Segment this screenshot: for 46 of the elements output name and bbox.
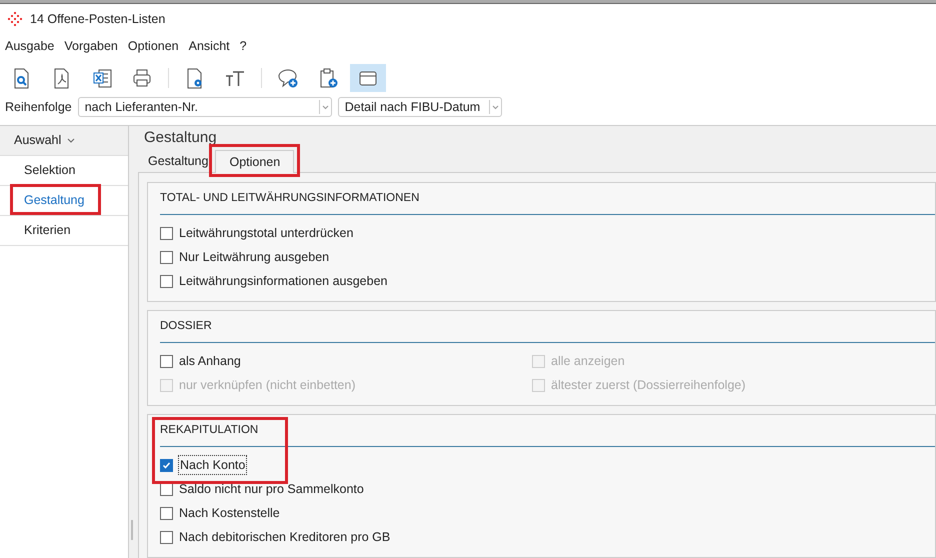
checkbox[interactable] [160,458,173,472]
sidebar-item[interactable]: Gestaltung [24,191,84,210]
checkbox[interactable] [160,274,173,288]
checkbox[interactable] [160,250,173,264]
checkbox-label[interactable]: Nach Konto [179,456,246,474]
checkbox-label[interactable]: Leitwährungstotal unterdrücken [179,224,354,242]
section-title: REKAPITULATION [160,415,935,447]
checkbox-label[interactable]: als Anhang [179,352,241,370]
checkbox-label[interactable]: Nach Kostenstelle [179,504,280,522]
checkbox-label: alle anzeigen [551,352,625,370]
content-title: Gestaltung [143,128,218,148]
menu-item[interactable]: Vorgaben [63,36,119,56]
app-logo-icon [8,12,22,26]
sidebar-header[interactable]: Auswahl [0,126,128,156]
checkbox-label[interactable]: Leitwährungsinformationen ausgeben [179,272,388,290]
spreadsheet-icon [91,67,113,89]
checkbox-label[interactable]: Nur Leitwährung ausgeben [179,248,330,266]
checkbox-label: nur verknüpfen (nicht einbetten) [179,376,356,394]
menu-item[interactable]: Optionen [126,36,180,56]
section-title: DOSSIER [160,311,935,343]
checkbox-label[interactable]: Nach debitorischen Kreditoren pro GB [179,528,390,546]
menu-item[interactable]: Ausgabe [4,36,56,56]
chevron-down-icon [492,104,499,110]
checkbox[interactable] [160,506,173,520]
chevron-down-icon [322,104,329,110]
checkbox[interactable] [160,226,173,240]
checkbox-label: ältester zuerst (Dossierreihenfolge) [551,376,746,394]
menu-item[interactable]: Ansicht [188,36,231,56]
chevron-down-icon [67,138,76,143]
checkbox[interactable] [160,530,173,544]
checkbox-label[interactable]: Saldo nicht nur pro Sammelkonto [179,480,364,498]
tab[interactable]: Gestaltung [143,151,214,172]
menu-item[interactable]: ? [238,36,248,56]
window-title: 14 Offene-Posten-Listen [30,10,166,28]
printer-icon [131,67,153,89]
sort-dropdown[interactable]: nach Lieferanten-Nr. [78,97,332,117]
checkmark-icon [162,460,171,470]
tab[interactable]: Optionen [215,150,294,173]
checkbox[interactable] [160,354,173,368]
toolbar-button[interactable] [350,64,386,92]
sidebar-item[interactable]: Selektion [24,161,76,180]
detail-dropdown[interactable]: Detail nach FIBU-Datum [338,97,502,117]
sidebar-item[interactable]: Kriterien [24,221,71,240]
section-title: TOTAL- UND LEITWÄHRUNGSINFORMATIONEN [160,183,935,215]
speech-bubble-add-icon [277,67,299,89]
order-label: Reihenfolge [5,98,72,116]
